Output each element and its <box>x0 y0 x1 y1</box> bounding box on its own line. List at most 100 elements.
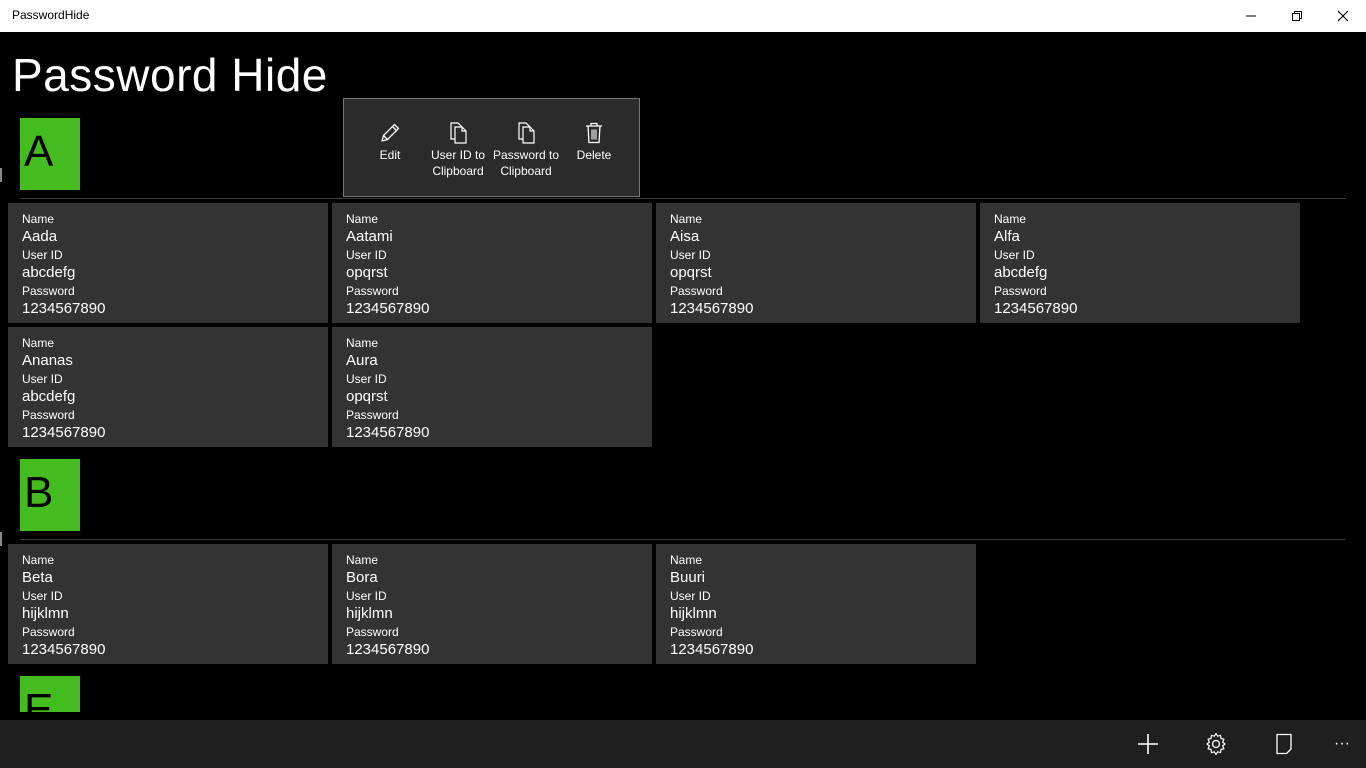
password-label: Password <box>346 625 399 639</box>
password-label: Password <box>670 284 723 298</box>
copy-password-label-1: Password to <box>492 148 560 162</box>
name-label: Name <box>670 212 703 226</box>
userid-value: abcdefg <box>994 264 1048 281</box>
password-value: 1234567890 <box>346 300 430 317</box>
password-value: 1234567890 <box>346 641 430 658</box>
name-label: Name <box>22 553 55 567</box>
copy-icon <box>518 122 535 144</box>
name-value: Aura <box>346 352 378 369</box>
name-value: Alfa <box>994 228 1020 245</box>
group-letter: B <box>24 468 54 517</box>
userid-value: hijklmn <box>670 605 717 622</box>
minimize-button[interactable] <box>1228 0 1274 32</box>
name-label: Name <box>994 212 1027 226</box>
name-value: Beta <box>22 569 53 586</box>
copy-icon <box>450 122 467 144</box>
window-title: PasswordHide <box>12 8 90 22</box>
password-value: 1234567890 <box>22 300 106 317</box>
password-label: Password <box>22 284 75 298</box>
password-card[interactable]: Name Bora User ID hijklmn Password 12345… <box>332 544 652 664</box>
page-title: Password Hide <box>12 49 328 101</box>
group-header-a[interactable]: A <box>20 118 80 190</box>
password-value: 1234567890 <box>670 300 754 317</box>
copy-password-label-2: Clipboard <box>500 164 552 178</box>
password-card[interactable]: Name Alfa User ID abcdefg Password 12345… <box>980 203 1300 323</box>
copy-userid-button[interactable]: User ID to Clipboard <box>424 121 492 179</box>
name-label: Name <box>670 553 703 567</box>
password-label: Password <box>22 625 75 639</box>
userid-value: opqrst <box>346 388 388 405</box>
password-card[interactable]: Name Beta User ID hijklmn Password 12345… <box>8 544 328 664</box>
copy-password-button[interactable]: Password to Clipboard <box>492 121 560 179</box>
add-icon <box>1138 734 1158 754</box>
copy-userid-label-1: User ID to <box>430 148 485 162</box>
password-label: Password <box>670 625 723 639</box>
trash-icon <box>586 122 602 144</box>
group-letter: A <box>24 127 54 176</box>
add-button[interactable] <box>1114 720 1182 768</box>
scroll-marker <box>0 532 2 546</box>
settings-icon <box>1206 733 1226 755</box>
userid-label: User ID <box>994 248 1035 262</box>
copy-userid-label-2: Clipboard <box>432 164 484 178</box>
userid-label: User ID <box>22 248 63 262</box>
userid-label: User ID <box>22 372 63 386</box>
name-label: Name <box>346 212 379 226</box>
password-value: 1234567890 <box>346 424 430 441</box>
settings-button[interactable] <box>1182 720 1250 768</box>
page-icon <box>1276 733 1292 755</box>
name-label: Name <box>22 212 55 226</box>
password-list[interactable]: A Name Aada User ID abcdefg Password 123… <box>0 96 1366 712</box>
minimize-icon <box>1246 15 1256 17</box>
password-label: Password <box>994 284 1047 298</box>
title-bar: PasswordHide <box>0 0 1366 32</box>
group-divider <box>20 198 1346 199</box>
userid-label: User ID <box>22 589 63 603</box>
bottom-app-bar: ··· <box>0 720 1366 768</box>
group-letter: E <box>24 685 54 713</box>
userid-value: hijklmn <box>346 605 393 622</box>
scroll-marker <box>0 168 2 182</box>
userid-label: User ID <box>670 248 711 262</box>
name-value: Aada <box>22 228 58 245</box>
group-divider <box>20 539 1346 540</box>
more-icon: ··· <box>1334 735 1350 752</box>
name-value: Aisa <box>670 228 700 245</box>
name-value: Aatami <box>346 228 393 245</box>
password-value: 1234567890 <box>994 300 1078 317</box>
name-label: Name <box>346 336 379 350</box>
password-card[interactable]: Name Aura User ID opqrst Password 123456… <box>332 327 652 447</box>
password-card[interactable]: Name Aatami User ID opqrst Password 1234… <box>332 203 652 323</box>
password-value: 1234567890 <box>22 641 106 658</box>
group-header-b[interactable]: B <box>20 459 80 531</box>
delete-label: Delete <box>576 148 612 162</box>
userid-value: abcdefg <box>22 264 76 281</box>
more-button[interactable]: ··· <box>1318 720 1366 768</box>
close-button[interactable] <box>1320 0 1366 32</box>
name-value: Bora <box>346 569 378 586</box>
close-icon <box>1337 10 1349 22</box>
edit-icon <box>381 123 400 142</box>
userid-label: User ID <box>346 589 387 603</box>
password-card[interactable]: Name Aada User ID abcdefg Password 12345… <box>8 203 328 323</box>
password-value: 1234567890 <box>22 424 106 441</box>
edit-button[interactable]: Edit <box>356 121 424 163</box>
password-label: Password <box>346 408 399 422</box>
name-label: Name <box>22 336 55 350</box>
name-label: Name <box>346 553 379 567</box>
name-value: Buuri <box>670 569 706 586</box>
password-label: Password <box>22 408 75 422</box>
userid-value: hijklmn <box>22 605 69 622</box>
password-card[interactable]: Name Aisa User ID opqrst Password 123456… <box>656 203 976 323</box>
group-header-e[interactable]: E <box>20 676 80 712</box>
context-menu: Edit User ID to Clipboard Password to Cl… <box>343 98 640 197</box>
delete-button[interactable]: Delete <box>560 121 628 163</box>
password-card[interactable]: Name Buuri User ID hijklmn Password 1234… <box>656 544 976 664</box>
userid-label: User ID <box>346 372 387 386</box>
page-button[interactable] <box>1250 720 1318 768</box>
restore-icon <box>1292 11 1302 21</box>
password-value: 1234567890 <box>670 641 754 658</box>
userid-value: opqrst <box>670 264 712 281</box>
password-card[interactable]: Name Ananas User ID abcdefg Password 123… <box>8 327 328 447</box>
restore-button[interactable] <box>1274 0 1320 32</box>
